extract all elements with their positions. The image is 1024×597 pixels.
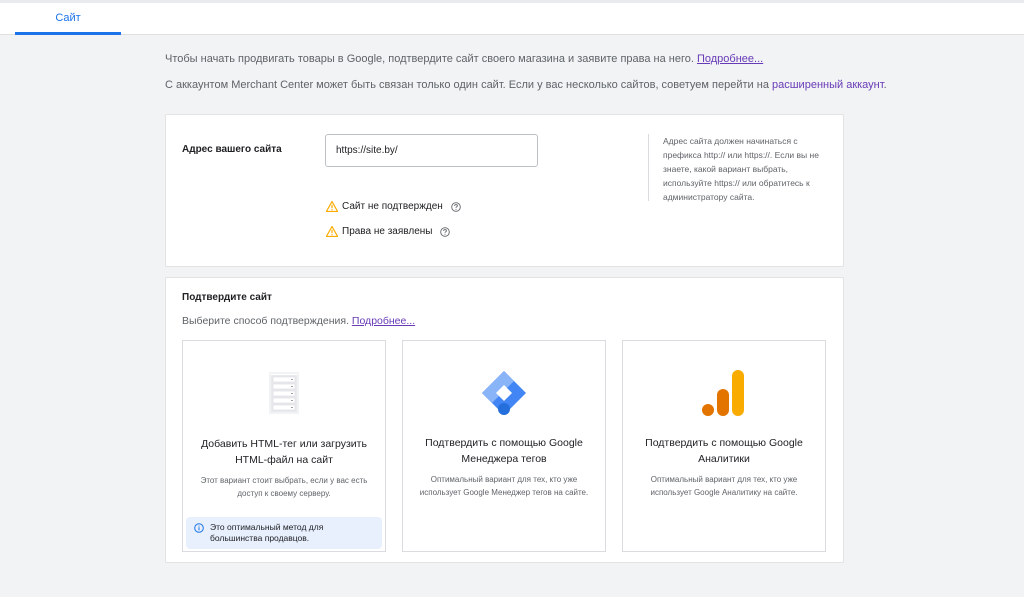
option-analytics-description: Оптимальный вариант для тех, кто уже исп… — [650, 475, 798, 497]
option-tag-manager[interactable]: Подтвердить с помощью Google Менеджера т… — [402, 340, 606, 552]
option-tag-manager-title: Подтвердить с помощью Google Менеджера т… — [425, 437, 583, 465]
site-url-input[interactable] — [325, 134, 538, 167]
warning-icon — [326, 226, 338, 237]
site-address-card: Адрес вашего сайта Адрес сайта должен на… — [165, 114, 844, 267]
top-tab-bar: Сайт — [0, 0, 1024, 35]
option-analytics[interactable]: Подтвердить с помощью Google Аналитики О… — [622, 340, 826, 552]
confirm-site-title: Подтвердите сайт — [182, 292, 272, 303]
choose-learn-more-link[interactable]: Подробнее... — [352, 315, 415, 327]
option-html-tag-title: Добавить HTML-тег или загрузить HTML-фай… — [201, 438, 367, 466]
advanced-account-link[interactable]: расширенный аккаунт — [772, 79, 884, 91]
learn-more-link[interactable]: Подробнее... — [697, 53, 763, 65]
tag-manager-icon — [403, 369, 605, 417]
option-html-tag[interactable]: Добавить HTML-тег или загрузить HTML-фай… — [182, 340, 386, 552]
option-html-tag-description: Этот вариант стоит выбрать, если у вас е… — [200, 476, 368, 498]
intro-line-2-end: . — [883, 79, 887, 91]
status-not-claimed-text: Права не заявлены — [342, 226, 433, 237]
site-address-label: Адрес вашего сайта — [182, 144, 282, 155]
site-address-helper-text: Адрес сайта должен начинаться с префикса… — [648, 134, 823, 202]
intro-line-2: С аккаунтом Merchant Center может быть с… — [165, 79, 887, 91]
warning-icon — [326, 201, 338, 212]
intro-line-2-text: С аккаунтом Merchant Center может быть с… — [165, 79, 769, 91]
status-not-verified-text: Сайт не подтвержден — [342, 201, 443, 212]
help-icon[interactable] — [451, 201, 461, 212]
intro-line-1-text: Чтобы начать продвигать товары в Google,… — [165, 53, 694, 65]
choose-method-line: Выберите способ подтверждения. Подробнее… — [182, 315, 415, 327]
help-icon[interactable] — [440, 226, 451, 237]
info-icon — [194, 523, 204, 533]
option-analytics-title: Подтвердить с помощью Google Аналитики — [645, 437, 803, 465]
status-not-verified: Сайт не подтвержден — [326, 201, 465, 212]
confirm-site-card: Подтвердите сайт Выберите способ подтвер… — [165, 277, 844, 563]
html-file-icon — [183, 371, 385, 415]
intro-line-1: Чтобы начать продвигать товары в Google,… — [165, 53, 763, 65]
recommendation-banner: Это оптимальный метод для большинства пр… — [186, 517, 382, 549]
option-tag-manager-description: Оптимальный вариант для тех, кто уже исп… — [419, 475, 589, 497]
tab-site[interactable]: Сайт — [15, 0, 121, 35]
active-tab-indicator — [15, 32, 121, 35]
status-not-claimed: Права не заявлены — [326, 226, 454, 237]
recommendation-text: Это оптимальный метод для большинства пр… — [210, 522, 324, 543]
top-divider — [0, 0, 1024, 3]
analytics-icon — [623, 369, 825, 417]
choose-method-text: Выберите способ подтверждения. — [182, 315, 349, 327]
